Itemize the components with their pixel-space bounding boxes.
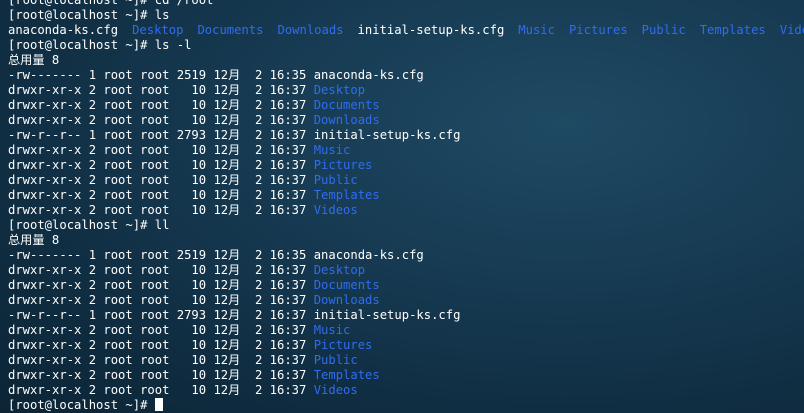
file-name: initial-setup-ks.cfg xyxy=(313,308,461,322)
directory-name: Music xyxy=(313,143,351,157)
file-metadata: drwxr-xr-x 2 root root 10 12月 2 16:37 xyxy=(8,158,314,172)
file-name: anaconda-ks.cfg xyxy=(313,248,424,262)
file-metadata: drwxr-xr-x 2 root root 10 12月 2 16:37 xyxy=(8,113,314,127)
directory-name: Documents xyxy=(197,23,264,37)
file-name: initial-setup-ks.cfg xyxy=(313,128,461,142)
ls-output-row: anaconda-ks.cfg Desktop Documents Downloads… xyxy=(8,23,804,38)
directory-name: Templates xyxy=(313,188,380,202)
directory-name: Downloads xyxy=(277,23,344,37)
ls-long-entry: -rw------- 1 root root 2519 12月 2 16:35 … xyxy=(8,68,798,83)
file-metadata: -rw------- 1 root root 2519 12月 2 16:35 xyxy=(8,248,314,262)
text-cursor xyxy=(154,398,163,411)
output-total-line: 总用量 8 xyxy=(8,233,798,248)
shell-prompt: [root@localhost ~]# xyxy=(8,0,155,7)
ls-long-entry: drwxr-xr-x 2 root root 10 12月 2 16:37 Do… xyxy=(8,293,798,308)
ls-long-entry: drwxr-xr-x 2 root root 10 12月 2 16:37 Vi… xyxy=(8,383,798,398)
file-name: initial-setup-ks.cfg xyxy=(357,23,505,37)
output-total-line: 总用量 8 xyxy=(8,53,798,68)
output-text: 总用量 8 xyxy=(8,53,60,67)
directory-name: Templates xyxy=(699,23,766,37)
directory-name: Videos xyxy=(313,383,358,397)
command-line: [root@localhost ~]# ls -l xyxy=(8,38,798,53)
shell-prompt: [root@localhost ~]# xyxy=(8,8,155,22)
file-metadata: drwxr-xr-x 2 root root 10 12月 2 16:37 xyxy=(8,173,314,187)
command-text: ls xyxy=(154,8,170,22)
ls-long-entry: drwxr-xr-x 2 root root 10 12月 2 16:37 Pi… xyxy=(8,158,798,173)
directory-name: Public xyxy=(313,173,358,187)
directory-name: Desktop xyxy=(313,83,366,97)
file-metadata: drwxr-xr-x 2 root root 10 12月 2 16:37 xyxy=(8,263,314,277)
ls-long-entry: drwxr-xr-x 2 root root 10 12月 2 16:37 Te… xyxy=(8,368,798,383)
directory-name: Templates xyxy=(313,368,380,382)
command-text: cd /root xyxy=(154,0,214,7)
shell-prompt: [root@localhost ~]# xyxy=(8,398,155,412)
ls-long-entry: -rw-r--r-- 1 root root 2793 12月 2 16:37 … xyxy=(8,128,798,143)
file-metadata: drwxr-xr-x 2 root root 10 12月 2 16:37 xyxy=(8,98,314,112)
file-metadata: -rw-r--r-- 1 root root 2793 12月 2 16:37 xyxy=(8,308,314,322)
file-metadata: drwxr-xr-x 2 root root 10 12月 2 16:37 xyxy=(8,353,314,367)
file-metadata: drwxr-xr-x 2 root root 10 12月 2 16:37 xyxy=(8,293,314,307)
file-metadata: drwxr-xr-x 2 root root 10 12月 2 16:37 xyxy=(8,188,314,202)
active-prompt-line: [root@localhost ~]# xyxy=(8,398,798,413)
file-metadata: drwxr-xr-x 2 root root 10 12月 2 16:37 xyxy=(8,203,314,217)
directory-name: Music xyxy=(313,323,351,337)
directory-name: Documents xyxy=(313,278,380,292)
directory-name: Videos xyxy=(313,203,358,217)
directory-name: Documents xyxy=(313,98,380,112)
file-metadata: drwxr-xr-x 2 root root 10 12月 2 16:37 xyxy=(8,83,314,97)
file-metadata: drwxr-xr-x 2 root root 10 12月 2 16:37 xyxy=(8,278,314,292)
directory-name: Downloads xyxy=(313,113,380,127)
file-metadata: drwxr-xr-x 2 root root 10 12月 2 16:37 xyxy=(8,143,314,157)
ls-long-entry: drwxr-xr-x 2 root root 10 12月 2 16:37 Do… xyxy=(8,113,798,128)
directory-name: Videos xyxy=(779,23,804,37)
directory-name: Pictures xyxy=(313,338,373,352)
ls-long-entry: drwxr-xr-x 2 root root 10 12月 2 16:37 Pu… xyxy=(8,353,798,368)
ls-long-entry: drwxr-xr-x 2 root root 10 12月 2 16:37 Mu… xyxy=(8,143,798,158)
file-name: anaconda-ks.cfg xyxy=(313,68,424,82)
file-metadata: drwxr-xr-x 2 root root 10 12月 2 16:37 xyxy=(8,338,314,352)
command-line: [root@localhost ~]# ll xyxy=(8,218,798,233)
command-line: [root@localhost ~]# cd /root xyxy=(8,0,798,8)
ls-long-entry: drwxr-xr-x 2 root root 10 12月 2 16:37 Vi… xyxy=(8,203,798,218)
terminal-window[interactable]: [root@localhost ~]# cd /root [root@localh… xyxy=(8,0,804,413)
directory-name: Desktop xyxy=(132,23,184,37)
file-metadata: -rw------- 1 root root 2519 12月 2 16:35 xyxy=(8,68,314,82)
file-metadata: -rw-r--r-- 1 root root 2793 12月 2 16:37 xyxy=(8,128,314,142)
directory-name: Desktop xyxy=(313,263,366,277)
directory-name: Public xyxy=(313,353,358,367)
shell-prompt: [root@localhost ~]# xyxy=(8,218,155,232)
ls-long-entry: drwxr-xr-x 2 root root 10 12月 2 16:37 De… xyxy=(8,263,798,278)
output-text: 总用量 8 xyxy=(8,233,60,247)
ls-long-entry: -rw-r--r-- 1 root root 2793 12月 2 16:37 … xyxy=(8,308,798,323)
ls-long-entry: drwxr-xr-x 2 root root 10 12月 2 16:37 Do… xyxy=(8,278,798,293)
ls-long-entry: drwxr-xr-x 2 root root 10 12月 2 16:37 Pi… xyxy=(8,338,798,353)
command-line: [root@localhost ~]# ls xyxy=(8,8,798,23)
ls-long-entry: drwxr-xr-x 2 root root 10 12月 2 16:37 Pu… xyxy=(8,173,798,188)
file-metadata: drwxr-xr-x 2 root root 10 12月 2 16:37 xyxy=(8,368,314,382)
file-name: anaconda-ks.cfg xyxy=(8,23,119,37)
ls-long-entry: -rw------- 1 root root 2519 12月 2 16:35 … xyxy=(8,248,798,263)
command-text: ls -l xyxy=(154,38,192,52)
ls-long-entry: drwxr-xr-x 2 root root 10 12月 2 16:37 De… xyxy=(8,83,798,98)
shell-prompt: [root@localhost ~]# xyxy=(8,38,155,52)
directory-name: Downloads xyxy=(313,293,380,307)
directory-name: Music xyxy=(518,23,555,37)
directory-name: Pictures xyxy=(313,158,373,172)
command-text: ll xyxy=(154,218,170,232)
ls-long-entry: drwxr-xr-x 2 root root 10 12月 2 16:37 Mu… xyxy=(8,323,798,338)
ls-long-entry: drwxr-xr-x 2 root root 10 12月 2 16:37 Do… xyxy=(8,98,798,113)
file-metadata: drwxr-xr-x 2 root root 10 12月 2 16:37 xyxy=(8,323,314,337)
directory-name: Public xyxy=(641,23,686,37)
directory-name: Pictures xyxy=(568,23,628,37)
file-metadata: drwxr-xr-x 2 root root 10 12月 2 16:37 xyxy=(8,383,314,397)
ls-long-entry: drwxr-xr-x 2 root root 10 12月 2 16:37 Te… xyxy=(8,188,798,203)
